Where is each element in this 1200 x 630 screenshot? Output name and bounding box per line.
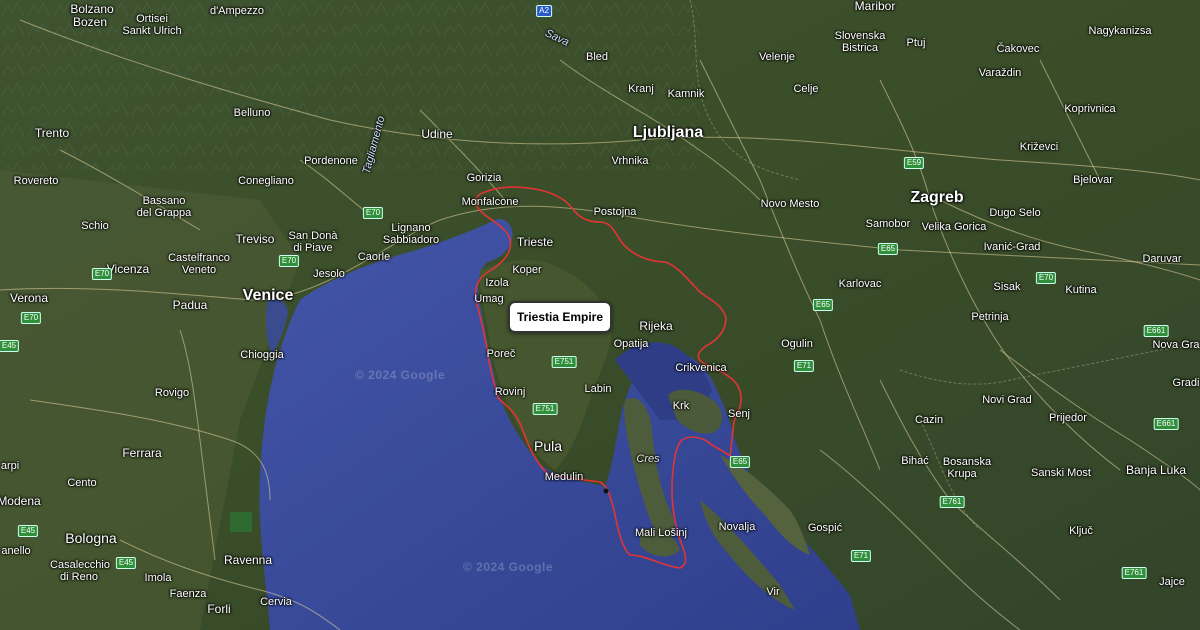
- road-shield-e65: E65: [729, 456, 751, 468]
- road-shield-e70: E70: [91, 268, 113, 280]
- road-shield-e661: E661: [1143, 325, 1169, 337]
- road-shield-e70: E70: [278, 255, 300, 267]
- road-shield-e70: E70: [20, 312, 42, 324]
- alps-band: [0, 0, 700, 170]
- region-popup-label: Triestia Empire: [516, 310, 604, 324]
- road-shield-e45: E45: [17, 525, 39, 537]
- region-popup[interactable]: Triestia Empire: [508, 301, 612, 333]
- road-shield-e70: E70: [362, 207, 384, 219]
- road-shield-e45: E45: [0, 340, 20, 352]
- google-watermark: © 2024 Google: [354, 368, 446, 382]
- road-shield-e45: E45: [115, 557, 137, 569]
- green-field: [230, 512, 252, 532]
- road-shield-e761: E761: [1121, 567, 1147, 579]
- road-shield-e661: E661: [1153, 418, 1179, 430]
- road-shield-e65: E65: [877, 243, 899, 255]
- road-shield-e71: E71: [850, 550, 872, 562]
- road-shield-e59: E59: [903, 157, 925, 169]
- road-shield-e65: E65: [812, 299, 834, 311]
- road-shield-e751: E751: [551, 356, 577, 368]
- road-shield-e71: E71: [793, 360, 815, 372]
- road-shield-e70: E70: [1035, 272, 1057, 284]
- road-shield-e761: E761: [939, 496, 965, 508]
- google-watermark: © 2024 Google: [462, 560, 554, 574]
- road-shield-e751: E751: [532, 403, 558, 415]
- road-shield-a2: A2: [536, 5, 552, 17]
- satellite-map[interactable]: Bolzano Bozen Ortisei Sankt Ulrich d'Amp…: [0, 0, 1200, 630]
- border-marker: [603, 488, 609, 494]
